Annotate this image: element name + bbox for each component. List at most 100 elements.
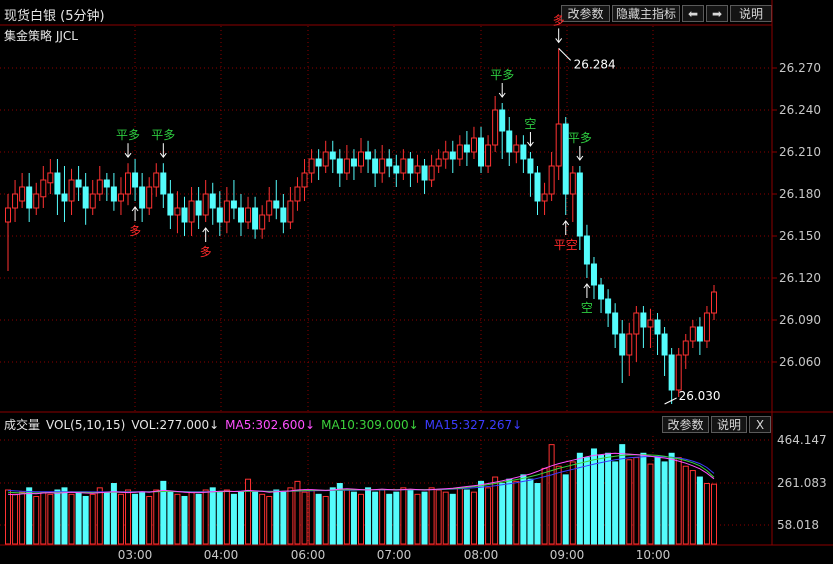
high-leader-line — [558, 48, 572, 61]
candle-body — [47, 172, 54, 184]
volume-bar — [703, 483, 710, 545]
volume-bar — [696, 476, 703, 545]
candle-body — [654, 319, 661, 335]
candle-body — [139, 186, 146, 209]
candle-body — [590, 263, 597, 286]
volume-bar — [682, 465, 689, 545]
volume-bar — [541, 467, 548, 545]
volume-bar — [54, 489, 61, 545]
volume-bar — [513, 480, 520, 545]
candle-body — [82, 186, 89, 209]
candle-body — [421, 165, 428, 181]
volume-bar — [146, 495, 153, 545]
volume-bar — [68, 493, 75, 545]
candle-body — [322, 151, 329, 167]
volume-bar — [506, 478, 513, 545]
volume-bar — [19, 491, 26, 545]
candle-body — [612, 312, 619, 335]
volume-bar — [428, 487, 435, 545]
volume-bar — [82, 495, 89, 545]
candle-body — [202, 193, 209, 216]
candle-body — [598, 284, 605, 300]
volume-bar — [527, 478, 534, 545]
volume-bar — [393, 491, 400, 545]
volume-bar — [456, 487, 463, 545]
signal-label: 空 — [524, 117, 536, 131]
candle-body — [583, 235, 590, 265]
signal-label: 平多 — [151, 128, 175, 142]
candle-body — [633, 312, 640, 335]
volume-bar — [499, 483, 506, 545]
candle-body — [103, 179, 110, 188]
volume-bar — [442, 491, 449, 545]
candle-body — [188, 200, 195, 223]
candle-body — [209, 193, 216, 209]
candle-body — [527, 158, 534, 174]
volume-bar — [654, 457, 661, 545]
volume-bar — [386, 493, 393, 545]
time-label: 06:00 — [291, 548, 326, 562]
signal-label: 多 — [129, 224, 141, 238]
signal-label: 平多 — [116, 128, 140, 142]
signal-label: 平空 — [554, 238, 578, 252]
volume-bar — [117, 493, 124, 545]
price-tick-label: 26.210 — [779, 145, 821, 159]
candle-body — [280, 207, 287, 223]
candle-body — [449, 151, 456, 160]
candle-body — [110, 186, 117, 202]
time-label: 09:00 — [550, 548, 585, 562]
candle-body — [167, 193, 174, 216]
time-label: 10:00 — [636, 548, 671, 562]
volume-bar — [470, 491, 477, 545]
volume-bar — [612, 461, 619, 545]
candle-body — [640, 312, 647, 328]
candle-body — [252, 207, 259, 230]
price-tick-label: 26.090 — [779, 313, 821, 327]
candle-body — [132, 172, 139, 188]
candle-body — [668, 354, 675, 391]
candle-body — [40, 179, 47, 198]
candle-body — [153, 172, 160, 188]
volume-bar — [534, 483, 541, 545]
volume-tick-label: 261.083 — [777, 476, 827, 490]
candle-body — [675, 354, 682, 391]
signal-label: 多 — [200, 245, 212, 259]
signal-label: 多 — [553, 13, 565, 27]
candle-body — [216, 207, 223, 223]
volume-bar — [308, 489, 315, 545]
volume-bar — [103, 491, 110, 545]
candle-body — [647, 319, 654, 328]
volume-bar — [463, 489, 470, 545]
signal-label: 空 — [581, 301, 593, 315]
volume-bar — [252, 491, 259, 545]
candle-body — [463, 144, 470, 153]
volume-bar — [174, 493, 181, 545]
candle-body — [506, 130, 513, 153]
volume-bar — [188, 491, 195, 545]
low-label: 26.030 — [679, 389, 721, 403]
volume-bar — [435, 489, 442, 545]
volume-bar — [640, 452, 647, 545]
high-label: 26.284 — [574, 57, 616, 71]
price-tick-label: 26.180 — [779, 187, 821, 201]
volume-bar — [33, 495, 40, 545]
volume-bar — [26, 487, 33, 545]
candle-body — [470, 137, 477, 153]
volume-bar — [287, 487, 294, 545]
candle-body — [329, 151, 336, 160]
candle-body — [485, 144, 492, 167]
price-tick-label: 26.060 — [779, 355, 821, 369]
volume-bar — [485, 487, 492, 545]
volume-bar — [237, 491, 244, 545]
volume-bar — [209, 487, 216, 545]
volume-bar — [562, 474, 569, 545]
candle-body — [160, 172, 167, 195]
volume-bar — [202, 489, 209, 545]
candle-body — [125, 172, 132, 195]
volume-bar — [167, 491, 174, 545]
candle-body — [711, 291, 717, 314]
candle-body — [386, 158, 393, 167]
candle-body — [372, 158, 379, 174]
volume-bar — [583, 457, 590, 545]
candle-body — [195, 200, 202, 216]
